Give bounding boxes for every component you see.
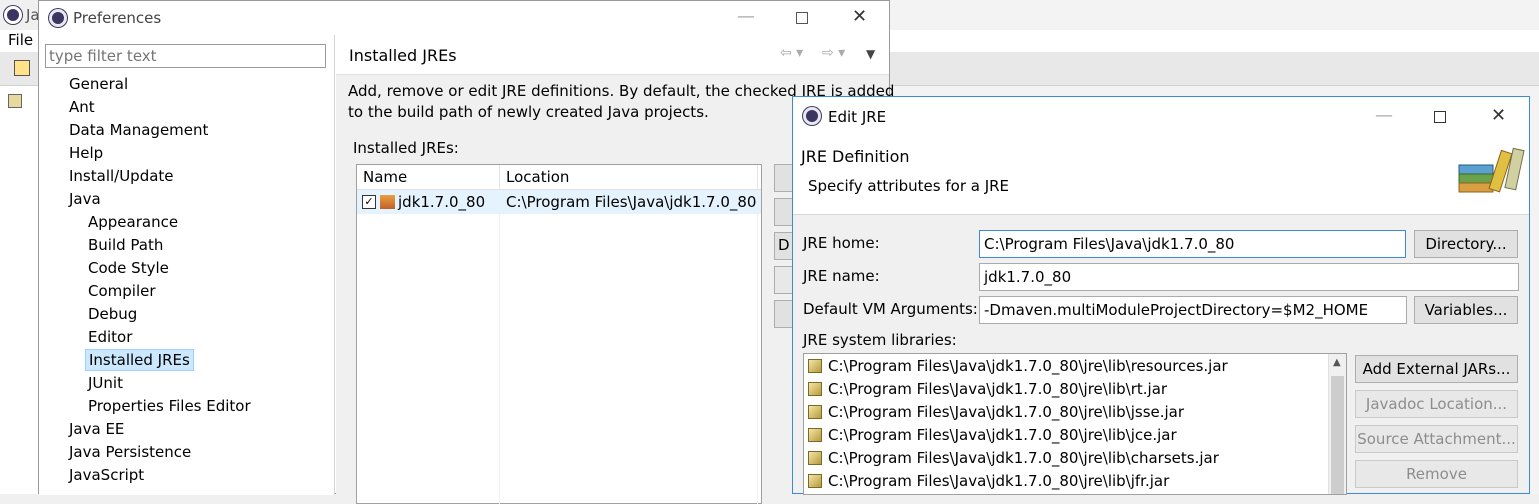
vm-arguments-label: Default VM Arguments: — [803, 300, 978, 318]
installed-jres-table: Name Location ✓ jdk1.7.0_80 C:\Program F… — [356, 164, 762, 504]
menu-file[interactable]: File — [8, 31, 33, 49]
system-libraries-list: C:\Program Files\Java\jdk1.7.0_80\jre\li… — [803, 353, 1347, 495]
library-row[interactable]: C:\Program Files\Java\jdk1.7.0_80\jre\li… — [808, 378, 1168, 401]
duplicate-button-label: D — [778, 236, 790, 254]
tree-item[interactable]: General — [66, 73, 131, 95]
library-path: C:\Program Files\Java\jdk1.7.0_80\jre\li… — [828, 403, 1185, 421]
jre-definition-heading: JRE Definition — [801, 147, 910, 166]
jar-icon — [808, 382, 822, 396]
preferences-titlebar: Preferences — ✕ — [39, 1, 889, 35]
library-path: C:\Program Files\Java\jdk1.7.0_80\jre\li… — [828, 426, 1177, 444]
tree-item[interactable]: Code Style — [85, 257, 172, 279]
page-title: Installed JREs — [349, 46, 457, 65]
jar-icon — [808, 359, 822, 373]
row-location: C:\Program Files\Java\jdk1.7.0_80 — [506, 193, 757, 211]
page-header: Installed JREs ⇦ ▾ ⇨ ▾ ▼ — [336, 35, 889, 75]
jar-icon — [808, 405, 822, 419]
scroll-up-icon[interactable]: ▲ — [1333, 357, 1341, 368]
column-guide — [499, 214, 500, 504]
preferences-tree-panel: GeneralAntData ManagementHelpInstall/Upd… — [39, 35, 335, 495]
tree-item[interactable]: Installed JREs — [85, 349, 194, 371]
column-guide — [757, 190, 758, 504]
tree-item[interactable]: Appearance — [85, 211, 181, 233]
system-libraries-label: JRE system libraries: — [803, 331, 957, 349]
edit-jre-titlebar: Edit JRE — ✕ — [793, 97, 1529, 137]
installed-jres-label: Installed JREs: — [353, 139, 459, 157]
new-icon[interactable] — [14, 60, 30, 76]
tree-item[interactable]: JUnit — [85, 372, 126, 394]
directory-button[interactable]: Directory... — [1414, 230, 1518, 258]
jar-icon — [808, 474, 822, 488]
edit-jre-title: Edit JRE — [828, 108, 887, 126]
row-name: jdk1.7.0_80 — [398, 193, 486, 211]
library-path: C:\Program Files\Java\jdk1.7.0_80\jre\li… — [828, 357, 1228, 375]
tree-item[interactable]: Java Persistence — [66, 441, 194, 463]
tree-item[interactable]: Compiler — [85, 280, 159, 302]
tree-item[interactable]: Java — [66, 188, 104, 210]
variables-button[interactable]: Variables... — [1414, 296, 1518, 324]
library-row[interactable]: C:\Program Files\Java\jdk1.7.0_80\jre\li… — [808, 401, 1185, 424]
jre-name-input[interactable]: jdk1.7.0_80 — [979, 263, 1519, 291]
maximize-icon[interactable] — [796, 12, 808, 24]
page-description-2: to the build path of newly created Java … — [348, 103, 709, 121]
filter-input[interactable] — [45, 44, 326, 68]
jre-home-label: JRE home: — [803, 234, 880, 252]
library-path: C:\Program Files\Java\jdk1.7.0_80\jre\li… — [828, 380, 1168, 398]
view-menu-icon[interactable]: ▼ — [866, 47, 875, 61]
remove-library-button[interactable]: Remove — [1355, 460, 1518, 488]
table-row[interactable]: ✓ jdk1.7.0_80 C:\Program Files\Java\jdk1… — [357, 190, 761, 214]
libraries-scrollbar[interactable]: ▲ — [1328, 354, 1346, 494]
minimize-icon[interactable]: — — [1375, 105, 1393, 126]
tree-item[interactable]: Help — [66, 142, 106, 164]
tree-item[interactable]: Java EE — [66, 418, 127, 440]
tree-item[interactable]: Ant — [66, 96, 98, 118]
source-attachment-button[interactable]: Source Attachment... — [1355, 425, 1518, 453]
jre-definition-subheading: Specify attributes for a JRE — [808, 177, 1010, 195]
preferences-dialog: Preferences — ✕ GeneralAntData Managemen… — [38, 0, 894, 504]
column-divider — [499, 165, 500, 190]
library-row[interactable]: C:\Program Files\Java\jdk1.7.0_80\jre\li… — [808, 470, 1170, 493]
eclipse-logo-icon — [4, 6, 22, 24]
preferences-title: Preferences — [73, 9, 162, 27]
tree-item[interactable]: Data Management — [66, 119, 211, 141]
close-icon[interactable]: ✕ — [1491, 105, 1506, 126]
jre-name-label: JRE name: — [803, 267, 880, 285]
tree-item[interactable]: Properties Files Editor — [85, 395, 254, 417]
minimize-icon[interactable]: — — [737, 6, 755, 27]
close-icon[interactable]: ✕ — [852, 6, 867, 27]
library-row[interactable]: C:\Program Files\Java\jdk1.7.0_80\jre\li… — [808, 355, 1228, 378]
package-icon[interactable] — [8, 94, 22, 108]
tree-item[interactable]: Editor — [85, 326, 135, 348]
vm-arguments-input[interactable]: -Dmaven.multiModuleProjectDirectory=$M2_… — [979, 296, 1407, 324]
column-divider — [757, 165, 758, 190]
tree-item[interactable]: Install/Update — [66, 165, 177, 187]
background-panel — [0, 86, 40, 494]
library-row[interactable]: C:\Program Files\Java\jdk1.7.0_80\jre\li… — [808, 424, 1177, 447]
table-header: Name Location — [357, 165, 761, 190]
scroll-thumb[interactable] — [1331, 376, 1344, 494]
library-path: C:\Program Files\Java\jdk1.7.0_80\jre\li… — [828, 472, 1170, 490]
jar-icon — [808, 428, 822, 442]
edit-jre-dialog: Edit JRE — ✕ JRE Definition Specify attr… — [792, 96, 1530, 495]
jre-icon — [380, 195, 395, 209]
forward-arrow-icon[interactable]: ⇨ ▾ — [822, 45, 845, 61]
eclipse-logo-icon — [803, 107, 821, 125]
jre-home-input[interactable]: C:\Program Files\Java\jdk1.7.0_80 — [979, 230, 1406, 258]
javadoc-location-button[interactable]: Javadoc Location... — [1355, 390, 1518, 418]
column-name[interactable]: Name — [363, 168, 407, 186]
tree-item[interactable]: Build Path — [85, 234, 166, 256]
column-location[interactable]: Location — [506, 168, 569, 186]
add-external-jars-button[interactable]: Add External JARs... — [1355, 355, 1518, 383]
library-books-icon — [1458, 147, 1525, 193]
eclipse-logo-icon — [49, 9, 67, 27]
edit-jre-banner: JRE Definition Specify attributes for a … — [793, 137, 1529, 215]
tree-item[interactable]: Debug — [85, 303, 140, 325]
jar-icon — [808, 451, 822, 465]
back-arrow-icon[interactable]: ⇦ ▾ — [780, 45, 803, 61]
library-path: C:\Program Files\Java\jdk1.7.0_80\jre\li… — [828, 449, 1219, 467]
library-row[interactable]: C:\Program Files\Java\jdk1.7.0_80\jre\li… — [808, 447, 1219, 470]
tree-item[interactable]: JavaScript — [66, 464, 147, 486]
maximize-icon[interactable] — [1434, 111, 1446, 123]
row-checkbox[interactable]: ✓ — [362, 195, 376, 209]
